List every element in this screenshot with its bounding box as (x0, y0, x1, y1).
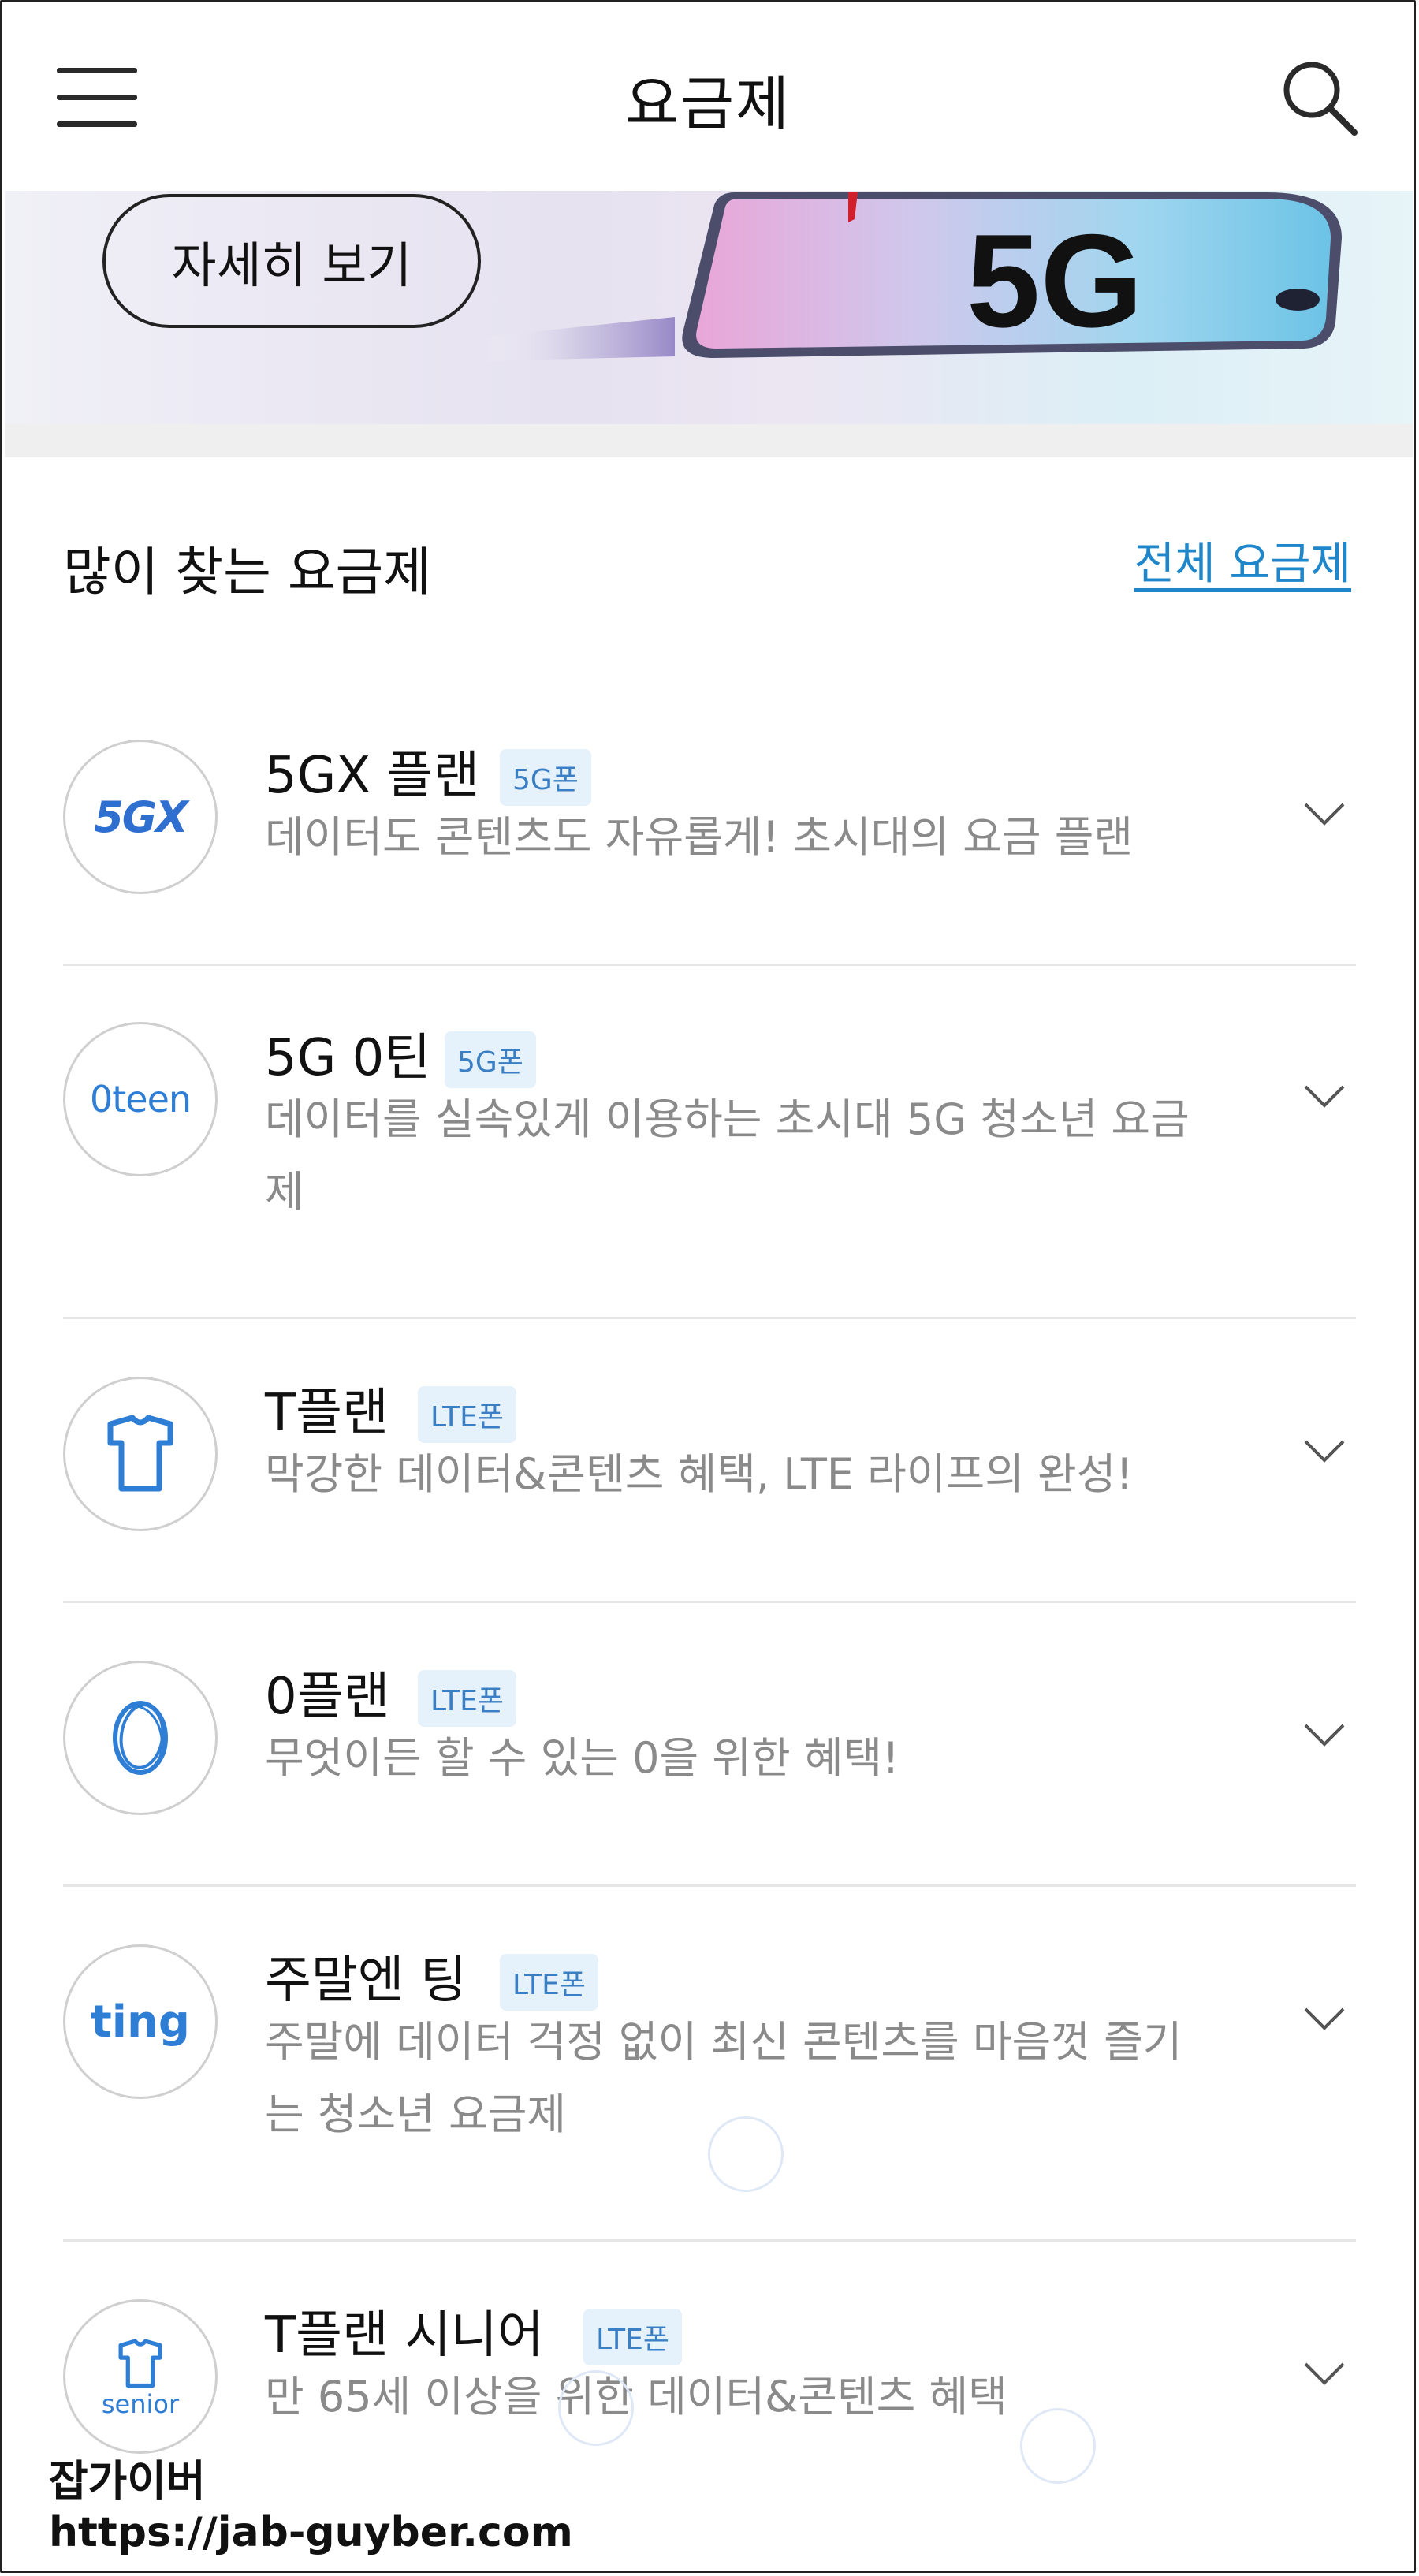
search-icon[interactable] (1280, 58, 1359, 137)
plan-name: T플랜 (265, 1384, 389, 1442)
plan-item[interactable]: ting 주말엔 팅 LTE폰 주말에 데이터 걱정 없이 최신 콘텐츠를 마음… (2, 1940, 1414, 2239)
t-shirt-logo-icon (63, 1377, 218, 1531)
touch-indicator (1020, 2408, 1096, 2484)
logo-text: ting (91, 1996, 190, 2048)
plan-description: 만 65세 이상을 위한 데이터&콘텐츠 혜택 (265, 2372, 1007, 2421)
plan-badge: 5G폰 (445, 1031, 536, 1088)
plan-name: 5GX 플랜 (265, 747, 480, 805)
watermark-url: https://jab-guyber.com (49, 2509, 573, 2556)
divider (63, 1884, 1356, 1887)
logo-text: senior (101, 2389, 180, 2419)
chevron-down-icon[interactable] (1301, 1435, 1348, 1467)
t-shirt-icon (118, 2339, 162, 2388)
senior-logo-icon: senior (63, 2299, 218, 2454)
plan-badge: LTE폰 (500, 1954, 598, 2011)
chevron-down-icon[interactable] (1301, 798, 1348, 829)
ting-logo-icon: ting (63, 1944, 218, 2099)
plan-item[interactable]: 5GX 5GX 플랜 5G폰 데이터도 콘텐츠도 자유롭게! 초시대의 요금 플… (2, 735, 1414, 964)
chevron-down-icon[interactable] (1301, 1719, 1348, 1750)
app-header: 요금제 (2, 2, 1414, 191)
plan-item[interactable]: 0플랜 LTE폰 무엇이든 할 수 있는 0을 위한 혜택! (2, 1656, 1414, 1884)
plan-description: 막강한 데이터&콘텐츠 혜택, LTE 라이프의 완성! (265, 1449, 1134, 1499)
plan-description: 데이터도 콘텐츠도 자유롭게! 초시대의 요금 플랜 (265, 812, 1134, 862)
app-frame: 요금제 자세히 보기 5G 많이 찾는 요금제 전체 요금제 5GX 5GX 플… (0, 0, 1416, 2573)
plan-badge: LTE폰 (418, 1386, 516, 1443)
page-title: 요금제 (624, 70, 791, 138)
plan-item[interactable]: 0teen 5G 0틴 5G폰 데이터를 실속있게 이용하는 초시대 5G 청소… (2, 1017, 1414, 1317)
banner-detail-button[interactable]: 자세히 보기 (102, 194, 481, 328)
banner-5g-text: 5G (966, 207, 1143, 355)
divider (63, 1317, 1356, 1319)
plan-badge: LTE폰 (583, 2309, 682, 2365)
watermark-name: 잡가이버 (49, 2456, 206, 2506)
plan-item[interactable]: senior T플랜 시니어 LTE폰 만 65세 이상을 위한 데이터&콘텐츠… (2, 2295, 1414, 2531)
logo-text: 5GX (94, 792, 188, 842)
plan-name: 주말엔 팅 (265, 1952, 467, 2010)
plan-description: 무엇이든 할 수 있는 0을 위한 혜택! (265, 1733, 899, 1783)
banner-bottom-strip (5, 424, 1413, 457)
divider (63, 964, 1356, 966)
t-shirt-icon (107, 1415, 173, 1492)
plan-name: 5G 0틴 (265, 1029, 431, 1087)
zero-logo-icon (63, 1661, 218, 1815)
plan-name: T플랜 시니어 (265, 2306, 544, 2365)
all-plans-link[interactable]: 전체 요금제 (1134, 528, 1351, 592)
plan-description: 데이터를 실속있게 이용하는 초시대 5G 청소년 요금제 (265, 1094, 1190, 1217)
plan-name: 0플랜 (265, 1668, 390, 1726)
chevron-down-icon[interactable] (1301, 2358, 1348, 2389)
logo-text: 0teen (89, 1078, 192, 1120)
zero-scribble-icon (113, 1701, 168, 1775)
promo-banner[interactable]: 자세히 보기 5G (5, 191, 1413, 424)
phone-illustration: 5G (478, 192, 1342, 361)
touch-indicator (558, 2370, 634, 2446)
divider (63, 1601, 1356, 1603)
section-title: 많이 찾는 요금제 (63, 542, 431, 602)
touch-indicator (708, 2116, 784, 2192)
divider (63, 2239, 1356, 2242)
plan-badge: LTE폰 (418, 1670, 516, 1727)
plan-badge: 5G폰 (500, 749, 591, 806)
5gx-logo-icon: 5GX (63, 740, 218, 894)
chevron-down-icon[interactable] (1301, 1080, 1348, 1112)
chevron-down-icon[interactable] (1301, 2003, 1348, 2034)
plan-item[interactable]: T플랜 LTE폰 막강한 데이터&콘텐츠 혜택, LTE 라이프의 완성! (2, 1372, 1414, 1601)
0teen-logo-icon: 0teen (63, 1022, 218, 1176)
